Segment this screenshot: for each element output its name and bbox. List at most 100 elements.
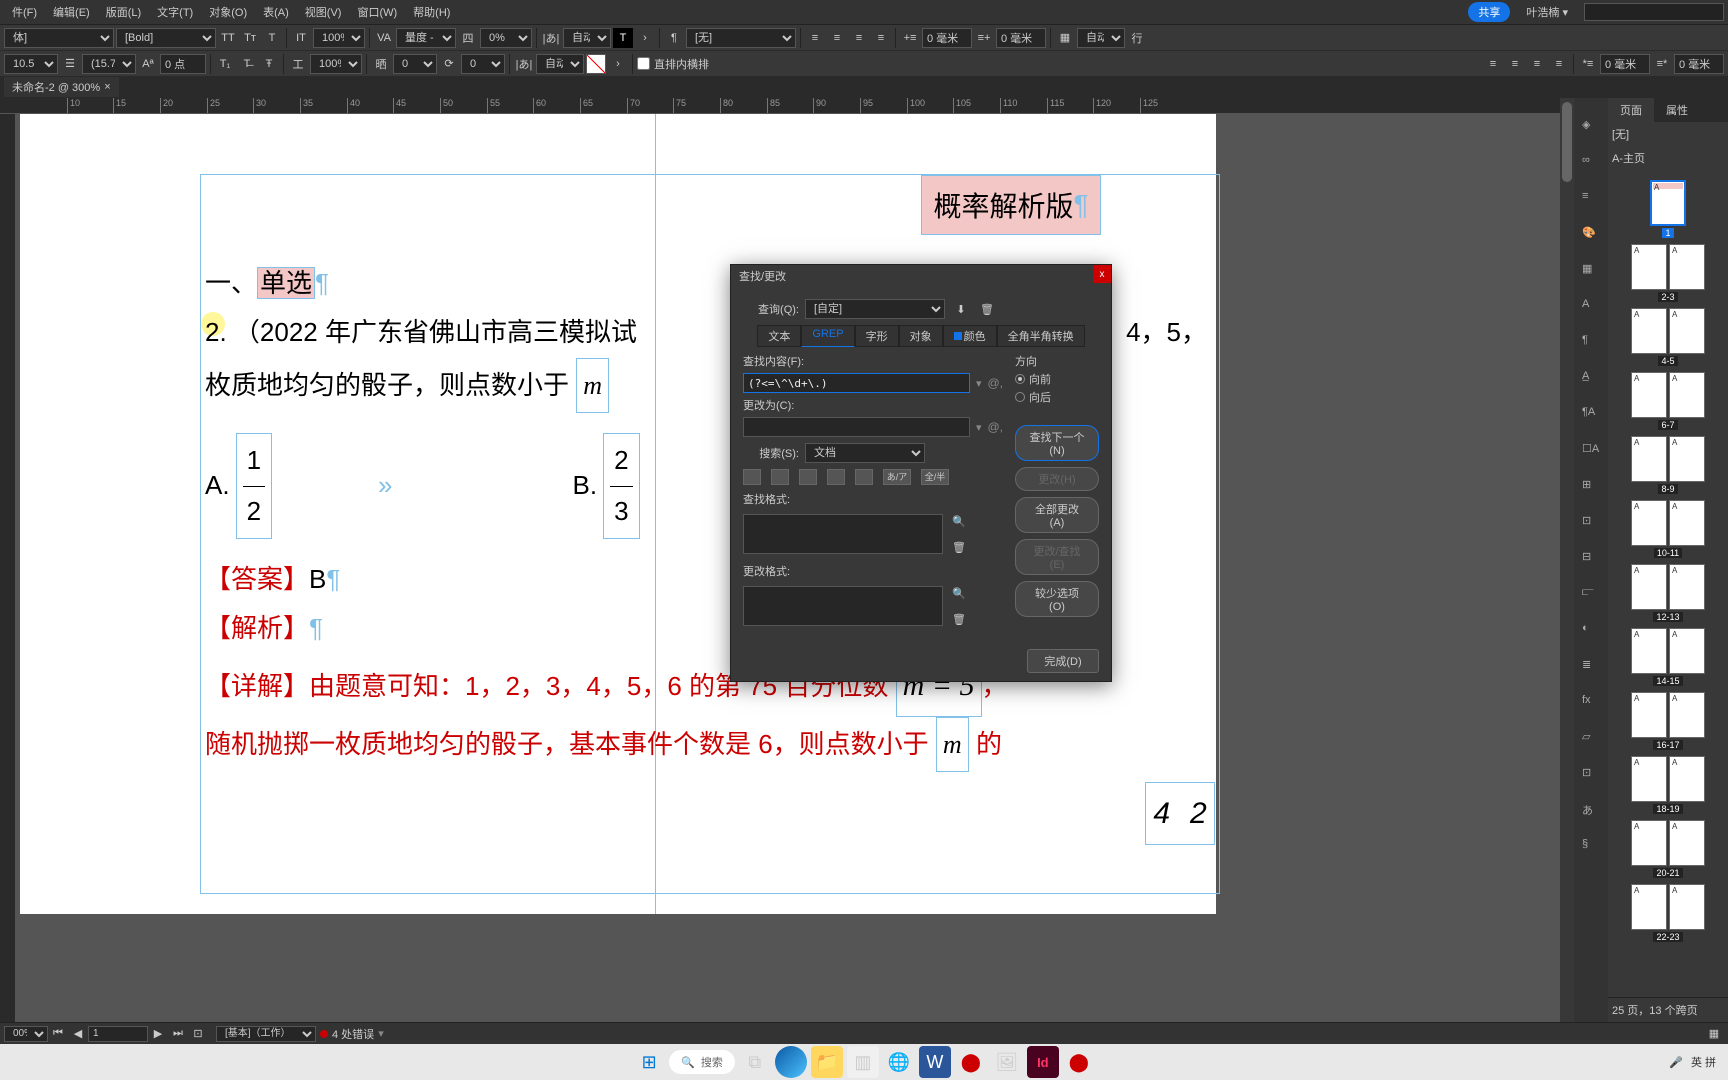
tatechuyoko-checkbox[interactable]: 直排内横排 (637, 56, 709, 72)
mic-icon[interactable]: 🎤 (1669, 1056, 1683, 1069)
aki2-select[interactable]: 自动 (536, 54, 584, 74)
scrollbar-thumb[interactable] (1562, 102, 1572, 182)
menu-object[interactable]: 对象(O) (201, 0, 255, 24)
left-indent-input[interactable] (922, 28, 972, 48)
para-style-select[interactable]: [无] (686, 28, 796, 48)
subscript-icon[interactable]: T₁ (215, 54, 235, 74)
save-query-icon[interactable]: ⬇ (951, 299, 971, 319)
next-page-icon[interactable]: ▶ (148, 1024, 168, 1044)
swatches-icon[interactable]: ▦ (1582, 262, 1600, 280)
pages-list[interactable]: A 1 AA 2-3 AA 4-5 AA 6-7 AA 8-9 AA 10-11 (1608, 170, 1728, 997)
strikethrough-icon[interactable]: T̶ (237, 54, 257, 74)
first-indent-input[interactable] (1600, 54, 1650, 74)
layers-icon[interactable]: ◈ (1582, 118, 1600, 136)
close-icon[interactable]: x (1093, 265, 1111, 283)
locked-stories-icon[interactable] (771, 469, 789, 485)
master-pages-icon[interactable] (827, 469, 845, 485)
close-tab-icon[interactable]: × (104, 81, 110, 93)
color-icon[interactable]: 🎨 (1582, 226, 1600, 244)
page-thumb-10-11[interactable]: AA 10-11 (1612, 500, 1724, 558)
last-indent-input[interactable] (1674, 54, 1724, 74)
font-size-select[interactable]: 10.5 点 (4, 54, 58, 74)
tab-properties[interactable]: 属性 (1654, 98, 1700, 122)
superscript-icon[interactable]: TT (218, 28, 238, 48)
object-styles-icon[interactable]: ☐A (1582, 442, 1600, 460)
master-a[interactable]: A-主页 (1608, 146, 1728, 170)
open-icon[interactable]: ⊡ (188, 1024, 208, 1044)
special-char-icon[interactable]: @, (987, 420, 1003, 434)
horizontal-scale[interactable]: 100% (310, 54, 362, 74)
rotate-select[interactable]: 0 (461, 54, 505, 74)
user-name[interactable]: 叶浩楠 ▾ (1518, 4, 1576, 20)
start-icon[interactable]: ⊞ (633, 1046, 665, 1078)
char-panel-icon[interactable]: A (1582, 298, 1600, 316)
gradient-icon[interactable]: ▱ (1582, 730, 1600, 748)
para-panel-icon[interactable]: ¶ (1582, 334, 1600, 352)
right-indent-input[interactable] (996, 28, 1046, 48)
align-left-icon[interactable]: ≡ (805, 28, 825, 48)
para-styles-icon[interactable]: ¶A (1582, 406, 1600, 424)
tab-object[interactable]: 对象 (899, 325, 943, 347)
find-next-button[interactable]: 查找下一个(N) (1015, 425, 1099, 461)
done-button[interactable]: 完成(D) (1027, 649, 1099, 673)
width-icon[interactable]: 全/半 (921, 469, 949, 485)
doc-tab-active[interactable]: 未命名-2 @ 300% × (4, 77, 119, 97)
columns-select[interactable]: 自动 (1077, 28, 1125, 48)
story-icon[interactable]: ⊡ (1582, 766, 1600, 784)
direction-forward[interactable]: 向前 (1015, 371, 1099, 387)
fewer-options-button[interactable]: 较少选项(O) (1015, 581, 1099, 617)
task-view-icon[interactable]: ⧉ (739, 1046, 771, 1078)
menu-view[interactable]: 视图(V) (297, 0, 350, 24)
page-thumb-4-5[interactable]: AA 4-5 (1612, 308, 1724, 366)
locked-layers-icon[interactable] (743, 469, 761, 485)
align-right-icon[interactable]: ≡ (849, 28, 869, 48)
stroke-panel-icon[interactable]: ≡ (1582, 190, 1600, 208)
menu-edit[interactable]: 编辑(E) (45, 0, 98, 24)
text-wrap-icon[interactable]: ≣ (1582, 658, 1600, 676)
tsume-select[interactable]: 0 (393, 54, 437, 74)
last-page-icon[interactable]: ⏭ (168, 1024, 188, 1044)
app2-icon[interactable]: 🖼 (991, 1046, 1023, 1078)
search-input[interactable] (1584, 3, 1724, 21)
change-to-input[interactable] (743, 417, 970, 437)
clear-format-icon[interactable]: 🗑 (949, 537, 969, 557)
char-styles-icon[interactable]: A̲ (1582, 370, 1600, 388)
edge-icon[interactable] (775, 1046, 807, 1078)
vertical-scale[interactable]: 100% (313, 28, 365, 48)
font-style-select[interactable]: [Bold] (116, 28, 216, 48)
taskbar-search[interactable]: 🔍 搜索 (669, 1050, 735, 1074)
menu-help[interactable]: 帮助(H) (405, 0, 458, 24)
tab-color[interactable]: 颜色 (943, 325, 997, 347)
cell-styles-icon[interactable]: ⊡ (1582, 514, 1600, 532)
scripts-icon[interactable]: § (1582, 838, 1600, 856)
ime-indicator[interactable]: 英 拼 (1691, 1054, 1716, 1070)
clear-format-icon[interactable]: 🗑 (949, 609, 969, 629)
span-icon[interactable]: 行 (1127, 28, 1147, 48)
tracking-select[interactable]: 0% (480, 28, 532, 48)
change-all-button[interactable]: 全部更改(A) (1015, 497, 1099, 533)
justify-right-icon[interactable]: ≡ (1527, 54, 1547, 74)
page-thumb-2-3[interactable]: AA 2-3 (1612, 244, 1724, 302)
align-center-icon[interactable]: ≡ (827, 28, 847, 48)
tab-text[interactable]: 文本 (757, 325, 801, 347)
align-justify-icon[interactable]: ≡ (871, 28, 891, 48)
record-icon[interactable]: ⬤ (955, 1046, 987, 1078)
page-input[interactable] (88, 1026, 148, 1042)
tab-glyph[interactable]: 字形 (855, 325, 899, 347)
glyphs-icon[interactable]: あ (1582, 802, 1600, 820)
pathfinder-icon[interactable]: ◐ (1582, 622, 1600, 640)
page-thumb-22-23[interactable]: AA 22-23 (1612, 884, 1724, 942)
specify-format-icon[interactable]: 🔍 (949, 511, 969, 531)
menu-window[interactable]: 窗口(W) (349, 0, 405, 24)
find-what-input[interactable] (743, 373, 970, 393)
hidden-layers-icon[interactable] (799, 469, 817, 485)
kerning-select[interactable]: 量度 - 优 (396, 28, 456, 48)
justify-center-icon[interactable]: ≡ (1505, 54, 1525, 74)
stroke-icon[interactable] (586, 54, 606, 74)
menu-file[interactable]: 件(F) (4, 0, 45, 24)
dropdown-icon[interactable]: ▾ (976, 421, 982, 434)
footnotes-icon[interactable] (855, 469, 873, 485)
master-none[interactable]: [无] (1608, 122, 1728, 146)
table-icon[interactable]: ⊞ (1582, 478, 1600, 496)
kana-icon[interactable]: あ/ア (883, 469, 911, 485)
